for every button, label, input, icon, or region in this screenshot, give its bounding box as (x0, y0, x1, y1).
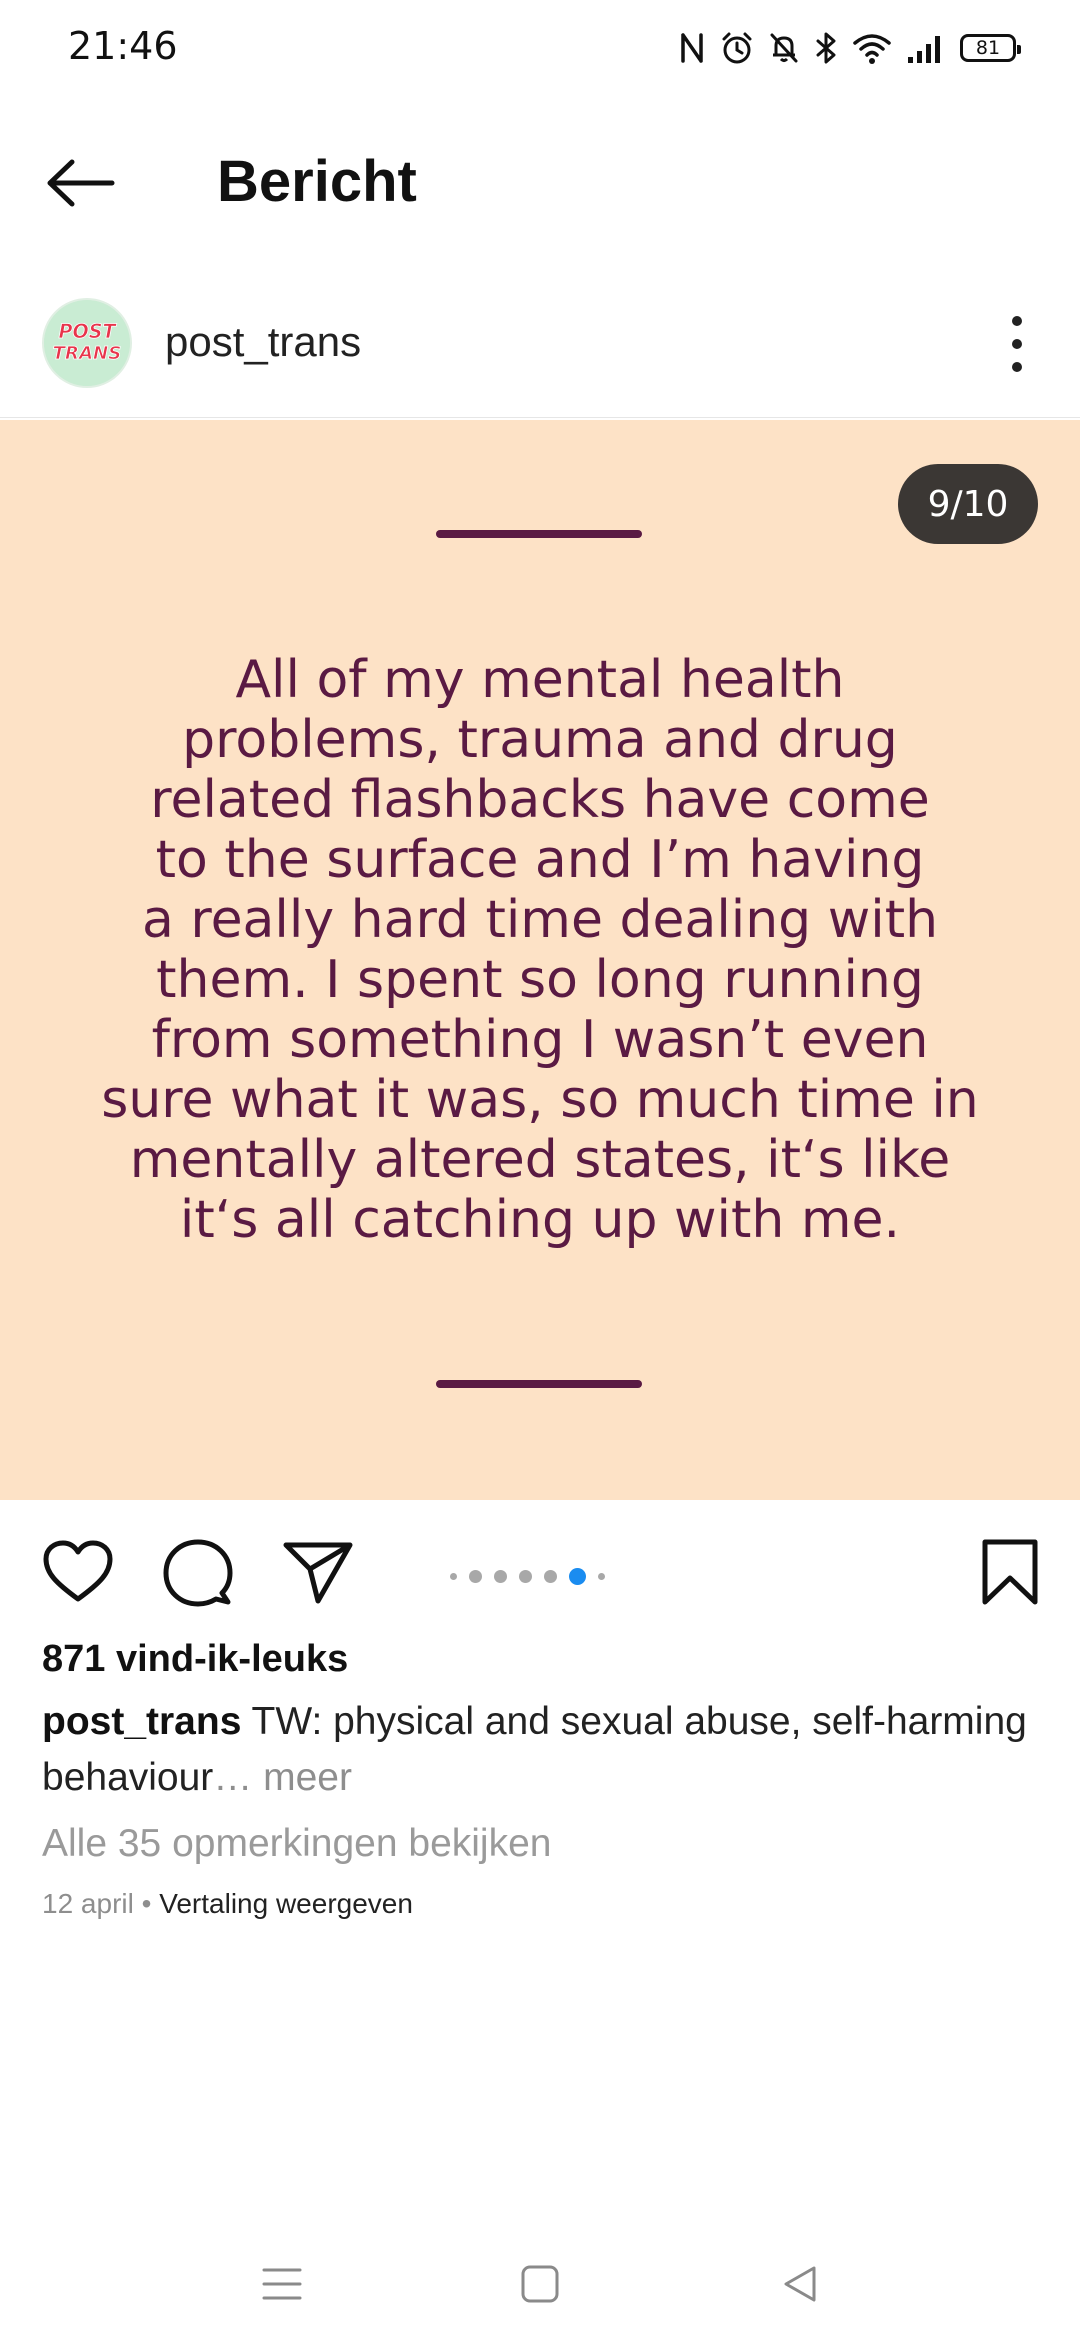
svg-text:POST: POST (58, 320, 117, 343)
nfc-icon (678, 31, 706, 65)
recent-apps-button[interactable] (252, 2256, 312, 2316)
post-caption[interactable]: post_trans TW: physical and sexual abuse… (42, 1694, 1042, 1806)
post-actions (0, 1500, 1080, 1640)
meta-separator: • (133, 1888, 160, 1919)
carousel-dot (494, 1569, 507, 1583)
wifi-icon (852, 31, 892, 65)
arrow-left-icon (44, 158, 116, 213)
home-button[interactable] (510, 2256, 570, 2316)
carousel-dot (469, 1569, 482, 1583)
likes-count[interactable]: 871 vind-ik-leuks (42, 1638, 348, 1681)
more-options-button[interactable] (1002, 316, 1032, 372)
post-author-row: POST TRANS post_trans (0, 288, 1080, 418)
heart-icon (42, 1539, 114, 1610)
share-button[interactable] (278, 1534, 358, 1614)
send-icon (282, 1539, 354, 1610)
carousel-dot (544, 1569, 557, 1583)
like-button[interactable] (38, 1534, 118, 1614)
home-square-icon (520, 2264, 560, 2309)
status-bar: 21:46 81 (0, 0, 1080, 96)
divider-top (436, 530, 642, 538)
svg-text:TRANS: TRANS (53, 343, 122, 364)
quote-line: problems, trauma and drug (182, 710, 898, 770)
view-comments-link[interactable]: Alle 35 opmerkingen bekijken (42, 1822, 551, 1866)
more-vertical-icon (1012, 316, 1022, 326)
caption-more-link[interactable]: … meer (213, 1756, 352, 1799)
post-quote: All of my mental health problems, trauma… (100, 650, 980, 1250)
page-title: Bericht (217, 149, 417, 214)
bell-off-icon (768, 31, 800, 65)
system-back-button[interactable] (770, 2256, 830, 2316)
carousel-dot (450, 1572, 457, 1580)
carousel-indicator (450, 1564, 605, 1588)
divider-bottom (436, 1380, 642, 1388)
bookmark-icon (980, 1538, 1040, 1611)
status-time: 21:46 (68, 24, 178, 68)
more-dot (1012, 362, 1022, 372)
signal-icon (906, 31, 946, 65)
post-image[interactable]: 9/10 All of my mental health problems, t… (0, 420, 1080, 1500)
quote-line: sure what it was, so much time in (101, 1070, 979, 1130)
post-date: 12 april (42, 1888, 134, 1919)
quote-line: to the surface and I’m having (155, 830, 925, 890)
quote-line: related flashbacks have come (150, 770, 930, 830)
comment-button[interactable] (158, 1534, 238, 1614)
slide-counter-badge: 9/10 (898, 464, 1038, 544)
avatar[interactable]: POST TRANS (42, 298, 132, 388)
header: Bericht (0, 120, 1080, 250)
status-icons: 81 (678, 28, 1021, 68)
back-triangle-icon (780, 2264, 820, 2309)
caption-username[interactable]: post_trans (42, 1700, 241, 1743)
carousel-dot (519, 1569, 532, 1583)
system-nav-bar (0, 2220, 1080, 2340)
battery-level: 81 (975, 37, 1001, 59)
alarm-icon (720, 31, 754, 65)
more-dot (1012, 339, 1022, 349)
save-button[interactable] (970, 1534, 1050, 1614)
menu-icon (262, 2266, 302, 2307)
quote-line: them. I spent so long running (156, 950, 924, 1010)
back-button[interactable] (44, 150, 124, 220)
author-username[interactable]: post_trans (165, 318, 361, 366)
quote-line: from something I wasn’t even (151, 1010, 929, 1070)
post-meta: 12 april • Vertaling weergeven (42, 1888, 413, 1920)
quote-line: mentally altered states, it‘s like (129, 1130, 951, 1190)
comment-icon (162, 1537, 234, 1612)
quote-line: a really hard time dealing with (141, 890, 939, 950)
bluetooth-icon (814, 31, 838, 65)
quote-line: All of my mental health (235, 650, 845, 710)
quote-line: it‘s all catching up with me. (179, 1190, 901, 1250)
translate-link[interactable]: Vertaling weergeven (159, 1888, 413, 1919)
carousel-dot-active (569, 1567, 586, 1585)
carousel-dot (598, 1572, 605, 1580)
battery-icon: 81 (960, 34, 1021, 62)
avatar-logo: POST TRANS (44, 300, 130, 386)
